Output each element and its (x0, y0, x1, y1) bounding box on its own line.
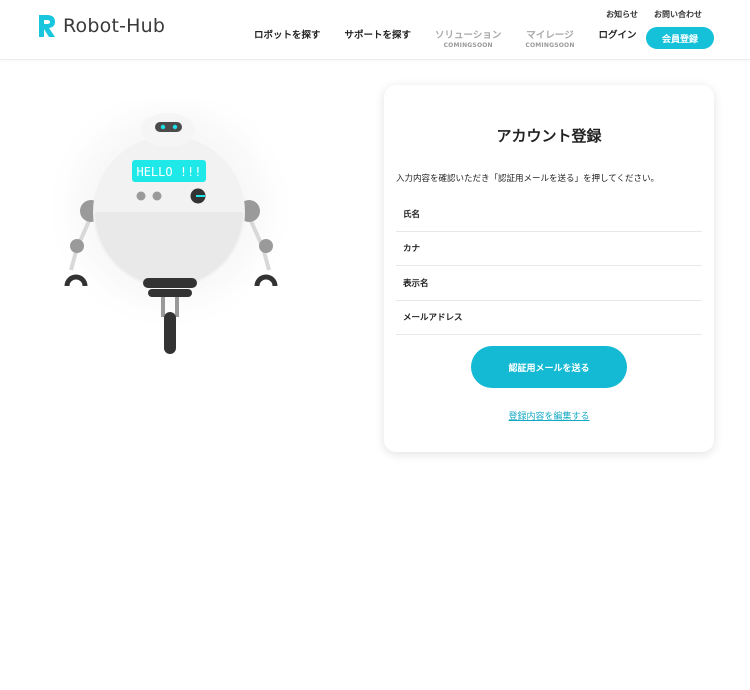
field-list: 氏名 カナ 表示名 メールアドレス (396, 197, 702, 335)
registration-card: アカウント登録 入力内容を確認いただき「認証用メールを送る」を押してください。 … (384, 85, 714, 452)
nav-solutions: ソリューション COMINGSOON (435, 27, 501, 49)
nav-label: サポートを探す (344, 30, 412, 41)
register-button[interactable]: 会員登録 (646, 27, 714, 49)
coming-soon-label: COMINGSOON (443, 42, 493, 49)
site-header: Robot-Hub お知らせ お問い合わせ ロボットを探す サポートを探す ソリ… (0, 0, 750, 60)
nav-label: ロボットを探す (254, 30, 321, 41)
logo-text: Robot-Hub (63, 15, 166, 37)
field-name: 氏名 (396, 197, 702, 232)
coming-soon-label: COMINGSOON (525, 42, 575, 49)
field-label: メールアドレス (403, 313, 463, 324)
nav-label: マイレージ (526, 30, 574, 41)
field-label: 表示名 (403, 278, 429, 289)
robot-screen-text: HELLO !!! (136, 165, 201, 179)
robot-illustration: HELLO !!! (35, 92, 305, 370)
logo[interactable]: Robot-Hub (37, 13, 165, 39)
nav-mileage: マイレージ COMINGSOON (525, 27, 574, 49)
logo-mark-icon (39, 15, 55, 37)
edit-registration-link[interactable]: 登録内容を編集する (384, 409, 714, 422)
contact-link[interactable]: お問い合わせ (654, 9, 702, 20)
field-display-name: 表示名 (396, 266, 702, 301)
send-verification-button[interactable]: 認証用メールを送る (471, 346, 627, 388)
nav-login[interactable]: ログイン (599, 27, 637, 41)
field-label: 氏名 (403, 209, 421, 220)
utility-links: お知らせ お問い合わせ (606, 9, 702, 20)
nav-find-support[interactable]: サポートを探す (345, 27, 412, 41)
page-title: アカウント登録 (496, 127, 602, 145)
field-kana: カナ (396, 232, 702, 266)
news-link[interactable]: お知らせ (606, 9, 638, 20)
nav-find-robot[interactable]: ロボットを探す (254, 27, 321, 41)
nav-label: ソリューション (435, 30, 502, 41)
instructions-text: 入力内容を確認いただき「認証用メールを送る」を押してください。 (396, 174, 659, 184)
field-label: カナ (403, 244, 421, 255)
nav-label: ログイン (598, 30, 637, 41)
main-nav: ロボットを探す サポートを探す ソリューション COMINGSOON マイレージ… (254, 27, 661, 49)
robot-image: HELLO !!! (42, 92, 298, 354)
field-email: メールアドレス (396, 301, 702, 335)
